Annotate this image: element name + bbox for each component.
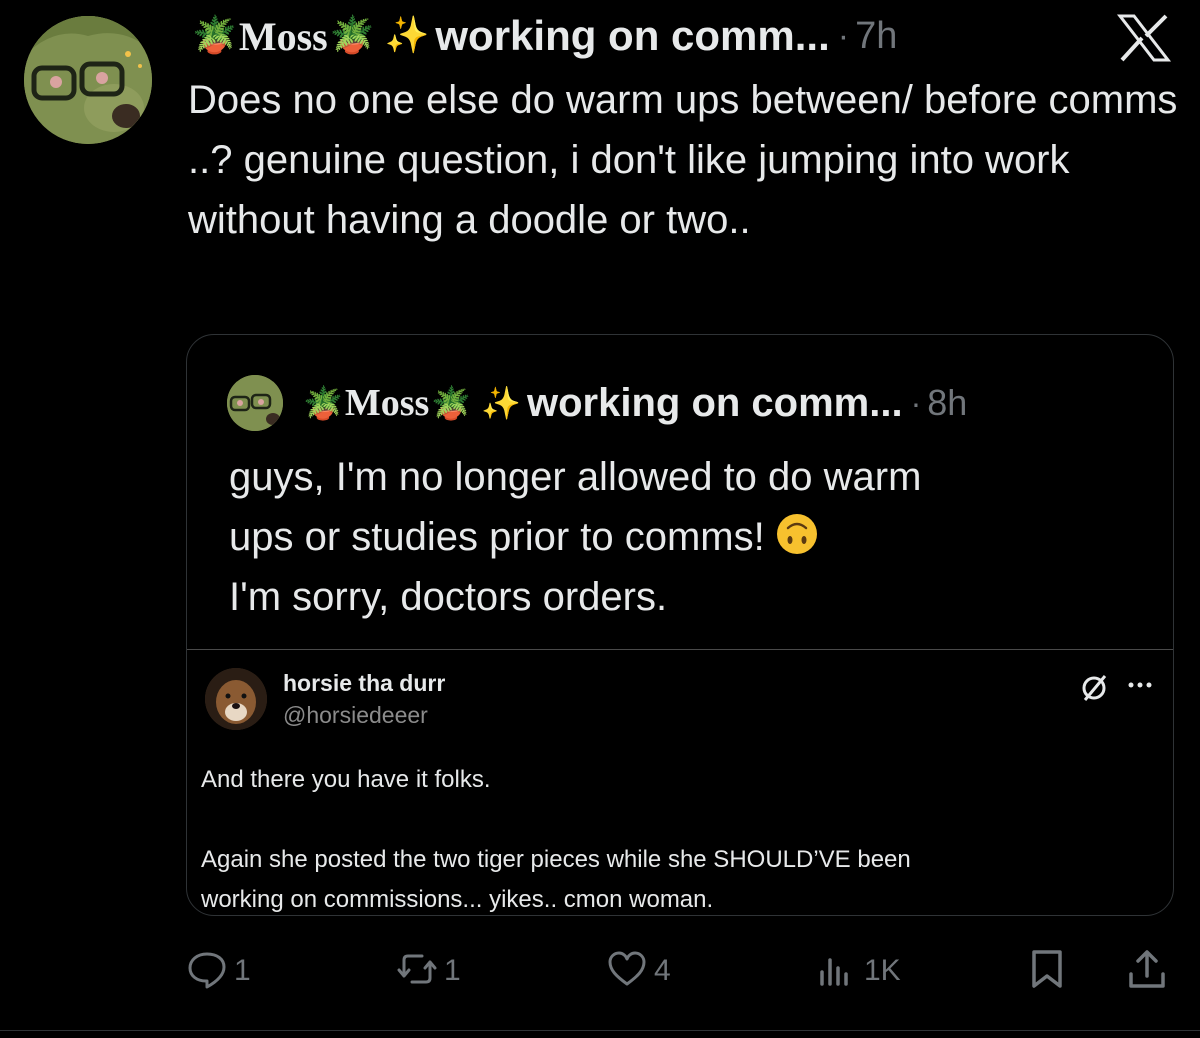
quoted-text-line: guys, I'm no longer allowed to do warm bbox=[229, 455, 922, 499]
quoted-tweet-text: guys, I'm no longer allowed to do warm u… bbox=[229, 447, 1129, 627]
quoted-author-name[interactable]: Moss bbox=[345, 381, 429, 425]
empty-set-icon bbox=[1077, 670, 1111, 704]
views-icon bbox=[816, 948, 858, 995]
embedded-screenshot[interactable]: horsie tha durr @horsiedeeer And there y… bbox=[187, 649, 1173, 915]
bottom-divider bbox=[0, 1030, 1200, 1031]
repost-icon bbox=[396, 948, 438, 995]
upside-down-face-emoji bbox=[775, 512, 819, 556]
author-name[interactable]: Moss bbox=[239, 13, 328, 60]
views-button[interactable]: 1K bbox=[816, 944, 901, 998]
potted-plant-emoji: 🪴 bbox=[192, 15, 237, 56]
more-options-icon bbox=[1123, 668, 1157, 702]
quoted-text-line: ups or studies prior to comms! bbox=[229, 515, 765, 559]
x-logo-icon[interactable] bbox=[1116, 14, 1172, 62]
repost-count: 1 bbox=[444, 954, 461, 987]
quoted-author-status[interactable]: working on comm... bbox=[527, 381, 903, 426]
bookmark-icon bbox=[1026, 948, 1068, 995]
author-status[interactable]: working on comm... bbox=[435, 12, 829, 60]
quoted-tweet-header: 🪴 Moss 🪴 ✨ working on comm... · 8h bbox=[303, 375, 967, 431]
reply-count: 1 bbox=[234, 954, 251, 987]
embedded-paragraph: Again she posted the two tiger pieces wh… bbox=[201, 846, 911, 873]
quoted-tweet-timestamp[interactable]: 8h bbox=[927, 382, 967, 424]
view-count: 1K bbox=[864, 954, 901, 987]
potted-plant-emoji: 🪴 bbox=[303, 384, 343, 422]
like-count: 4 bbox=[654, 954, 671, 987]
potted-plant-emoji: 🪴 bbox=[431, 384, 472, 422]
sparkles-emoji: ✨ bbox=[481, 384, 521, 422]
share-button[interactable] bbox=[1126, 944, 1168, 998]
potted-plant-emoji: 🪴 bbox=[329, 15, 375, 56]
embedded-post-text: And there you have it folks. Again she p… bbox=[201, 760, 1101, 915]
reply-icon bbox=[186, 948, 228, 995]
quoted-author-avatar[interactable] bbox=[227, 375, 283, 431]
heart-icon bbox=[606, 948, 648, 995]
separator-dot: · bbox=[837, 16, 850, 55]
share-icon bbox=[1126, 948, 1168, 995]
sparkles-emoji: ✨ bbox=[384, 15, 430, 56]
repost-button[interactable]: 1 bbox=[396, 944, 461, 998]
embedded-author-avatar bbox=[205, 668, 267, 730]
quoted-tweet-card[interactable]: 🪴 Moss 🪴 ✨ working on comm... · 8h guys,… bbox=[186, 334, 1174, 916]
embedded-author-handle: @horsiedeeer bbox=[283, 702, 428, 728]
like-button[interactable]: 4 bbox=[606, 944, 671, 998]
tweet-text: Does no one else do warm ups between/ be… bbox=[188, 78, 1178, 242]
embedded-paragraph: working on commissions... yikes.. cmon w… bbox=[201, 886, 714, 913]
quoted-text-line-with-emoji: ups or studies prior to comms! bbox=[229, 507, 1129, 567]
embedded-author-name: horsie tha durr bbox=[283, 670, 446, 696]
author-avatar[interactable] bbox=[24, 16, 152, 144]
reply-button[interactable]: 1 bbox=[186, 944, 251, 998]
tweet-timestamp[interactable]: 7h bbox=[855, 15, 897, 58]
separator-dot: · bbox=[910, 384, 922, 421]
bookmark-button[interactable] bbox=[1026, 944, 1068, 998]
quoted-text-line: I'm sorry, doctors orders. bbox=[229, 575, 668, 619]
tweet-header: 🪴 Moss 🪴 ✨ working on comm... · 7h bbox=[192, 10, 897, 62]
tweet-action-bar: 1 1 4 1K bbox=[186, 944, 1176, 998]
embedded-paragraph: And there you have it folks. bbox=[201, 766, 491, 793]
